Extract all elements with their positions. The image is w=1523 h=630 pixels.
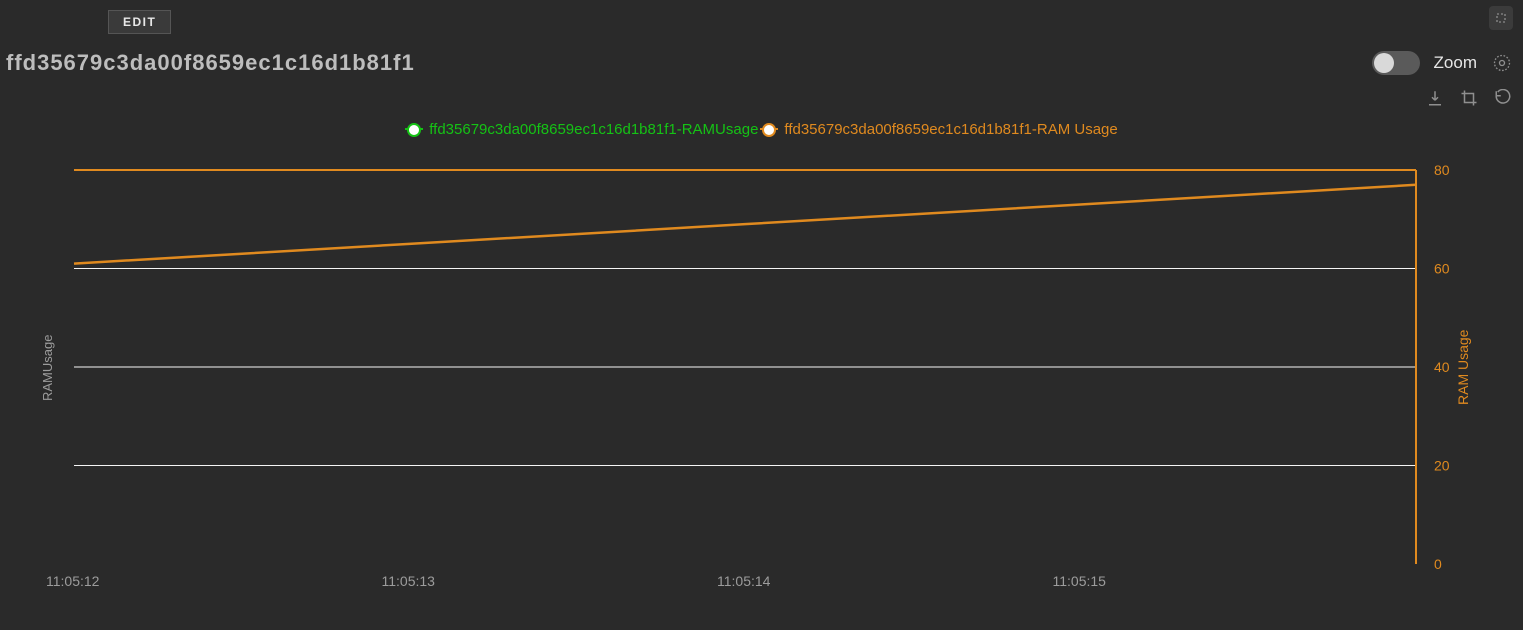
svg-text:RAMUsage: RAMUsage xyxy=(40,335,55,401)
svg-text:80: 80 xyxy=(1434,162,1450,178)
chart-toolbar xyxy=(0,86,1523,116)
svg-text:11:05:12: 11:05:12 xyxy=(46,573,100,589)
focus-mode-icon[interactable] xyxy=(1489,6,1513,30)
zoom-label: Zoom xyxy=(1434,53,1477,73)
svg-text:11:05:15: 11:05:15 xyxy=(1053,573,1107,589)
svg-text:60: 60 xyxy=(1434,261,1450,277)
chart-svg: 0 20 40 60 80 11:05:12 11:05:13 11:05:14 11:05:1… xyxy=(0,140,1523,600)
top-bar: EDIT xyxy=(0,0,1523,40)
svg-text:11:05:13: 11:05:13 xyxy=(382,573,436,589)
svg-text:0: 0 xyxy=(1434,556,1442,572)
page-title: ffd35679c3da00f8659ec1c16d1b81f1 xyxy=(6,50,415,76)
svg-text:11:05:14: 11:05:14 xyxy=(717,573,771,589)
legend-item-series-b[interactable]: ffd35679c3da00f8659ec1c16d1b81f1-RAM Usa… xyxy=(760,121,1117,138)
svg-text:20: 20 xyxy=(1434,458,1450,474)
gear-icon[interactable] xyxy=(1491,52,1513,74)
title-bar: ffd35679c3da00f8659ec1c16d1b81f1 Zoom xyxy=(0,40,1523,86)
right-controls: Zoom xyxy=(1372,40,1513,86)
crop-icon[interactable] xyxy=(1459,88,1479,108)
legend-marker-icon xyxy=(760,128,778,130)
edit-button[interactable]: EDIT xyxy=(108,10,171,34)
chart-area[interactable]: 0 20 40 60 80 11:05:12 11:05:13 11:05:14 11:05:1… xyxy=(0,140,1523,600)
legend-item-series-a[interactable]: ffd35679c3da00f8659ec1c16d1b81f1-RAMUsag… xyxy=(405,121,758,138)
reset-icon[interactable] xyxy=(1493,88,1513,108)
download-icon[interactable] xyxy=(1425,88,1445,108)
svg-text:40: 40 xyxy=(1434,359,1450,375)
legend-label: ffd35679c3da00f8659ec1c16d1b81f1-RAMUsag… xyxy=(429,121,758,138)
svg-text:RAM Usage: RAM Usage xyxy=(1455,329,1471,405)
legend-marker-icon xyxy=(405,128,423,130)
zoom-toggle[interactable] xyxy=(1372,51,1420,75)
chart-legend: ffd35679c3da00f8659ec1c16d1b81f1-RAMUsag… xyxy=(0,116,1523,142)
legend-label: ffd35679c3da00f8659ec1c16d1b81f1-RAM Usa… xyxy=(784,121,1117,138)
